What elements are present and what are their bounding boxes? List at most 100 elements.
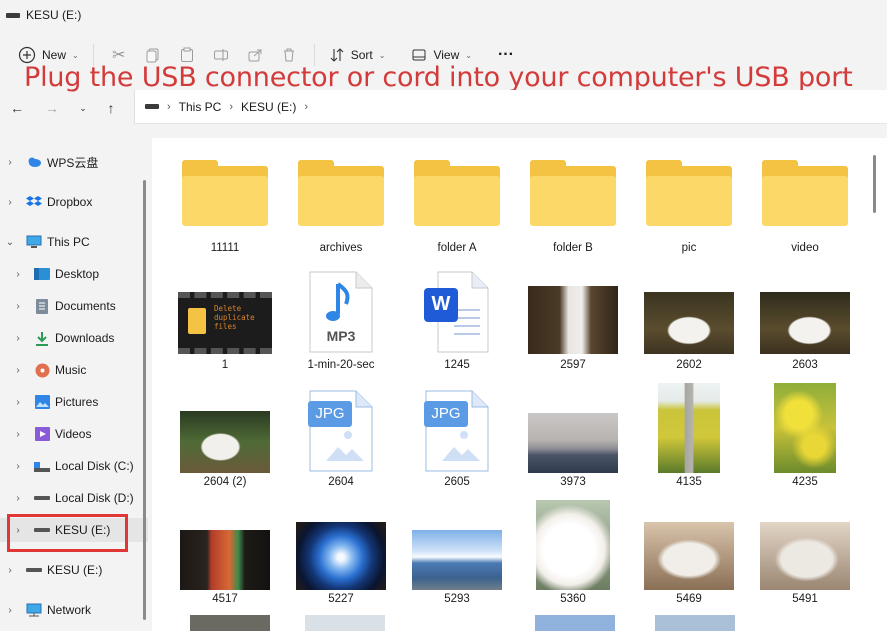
file-name: 4235 <box>792 476 818 488</box>
sidebar-item-desktop[interactable]: › Desktop <box>0 262 148 286</box>
network-icon <box>26 602 42 618</box>
file-name: 2604 <box>328 476 354 488</box>
photo-thumbnail[interactable] <box>305 615 385 631</box>
photo-thumbnail <box>760 292 850 354</box>
thumbnail <box>750 496 860 590</box>
chevron-right-icon: › <box>16 460 20 472</box>
back-button[interactable]: ← <box>8 99 26 117</box>
file-name: 2604 (2) <box>203 476 247 488</box>
file-name: folder A <box>437 242 477 254</box>
file-name: 2597 <box>560 359 586 371</box>
thumbnail <box>634 380 744 473</box>
pc-icon <box>26 234 42 250</box>
arrow-left-icon: ← <box>10 100 24 116</box>
thumbnail <box>518 156 628 226</box>
sidebar-scrollbar[interactable] <box>143 180 146 620</box>
arrow-up-icon: ↑ <box>107 100 115 116</box>
thumbnail <box>750 156 860 226</box>
jpg-file-icon: JPG <box>308 389 374 473</box>
thumbnail <box>750 268 860 354</box>
file-type-badge: JPG <box>431 405 461 422</box>
chevron-right-icon: › <box>304 100 309 113</box>
sidebar-item-this-pc[interactable]: ⌄ This PC <box>0 230 148 254</box>
sidebar-item-dropbox[interactable]: › Dropbox <box>0 190 148 214</box>
photo-thumbnail <box>412 530 502 590</box>
photo-thumbnail <box>536 500 610 590</box>
sidebar-item-label: Local Disk (C:) <box>55 459 134 473</box>
document-icon <box>188 308 206 334</box>
thumbnail <box>634 156 744 226</box>
sidebar-item-label: Desktop <box>55 267 100 281</box>
sidebar-item-network[interactable]: › Network <box>0 598 148 622</box>
sidebar-item-kesu-e[interactable]: › KESU (E:) <box>0 558 148 582</box>
up-button[interactable]: ↑ <box>102 99 120 117</box>
thumbnail <box>634 268 744 354</box>
breadcrumb-kesu[interactable]: KESU (E:) <box>241 100 296 114</box>
chevron-down-icon: ⌄ <box>72 50 79 60</box>
content-scrollbar[interactable] <box>873 155 876 213</box>
trash-icon <box>283 48 294 62</box>
sidebar-item-label: KESU (E:) <box>47 563 103 577</box>
file-name: 1245 <box>444 359 470 371</box>
title-bar: KESU (E:) <box>0 0 887 30</box>
file-name: 1 <box>221 359 229 371</box>
file-name: 5360 <box>560 593 586 605</box>
file-name: 5491 <box>792 593 818 605</box>
share-icon <box>248 49 262 62</box>
sidebar-item-documents[interactable]: › Documents <box>0 294 148 318</box>
file-name: 11111 <box>210 242 240 254</box>
sort-label: Sort <box>350 48 373 62</box>
sidebar-item-label: Network <box>47 603 92 617</box>
photo-thumbnail[interactable] <box>655 615 735 631</box>
sidebar-item-wps[interactable]: › WPS云盘 <box>0 150 148 174</box>
thumbnail <box>286 156 396 226</box>
file-name: 2605 <box>444 476 470 488</box>
sidebar-item-downloads[interactable]: › Downloads <box>0 326 148 350</box>
usb-drive-icon <box>26 562 42 578</box>
thumbnail <box>634 496 744 590</box>
forward-button[interactable]: → <box>43 99 61 117</box>
file-name: pic <box>681 242 697 254</box>
chevron-right-icon: › <box>8 156 12 168</box>
chevron-down-icon: ⌄ <box>465 50 472 60</box>
recent-locations-button[interactable]: ⌄ <box>74 99 92 117</box>
chevron-right-icon: › <box>16 332 20 344</box>
thumbnail: MP3 <box>286 268 396 354</box>
folder-icon <box>646 160 732 226</box>
address-bar[interactable]: › This PC › KESU (E:) › <box>134 90 887 124</box>
instruction-banner: Plug the USB connector or cord into your… <box>24 62 853 93</box>
folder-icon <box>414 160 500 226</box>
breadcrumb-this-pc[interactable]: This PC <box>179 100 222 114</box>
sidebar-item-pictures[interactable]: › Pictures <box>0 390 148 414</box>
sidebar-item-videos[interactable]: › Videos <box>0 422 148 446</box>
file-type-badge: MP3 <box>326 328 356 344</box>
thumbnail: Delete duplicate files <box>170 268 280 354</box>
view-label: View <box>433 48 460 62</box>
photo-thumbnail <box>774 383 836 473</box>
chevron-right-icon: › <box>16 396 20 408</box>
drive-icon <box>6 12 20 18</box>
file-name: folder B <box>553 242 593 254</box>
chevron-right-icon: › <box>16 300 20 312</box>
folder-icon <box>298 160 384 226</box>
sidebar-item-local-disk-d[interactable]: › Local Disk (D:) <box>0 486 148 510</box>
thumbnail <box>170 156 280 226</box>
sort-icon <box>330 48 344 62</box>
window-title: KESU (E:) <box>26 8 82 22</box>
photo-thumbnail[interactable] <box>190 615 270 631</box>
video-thumbnail-text: Delete duplicate files <box>214 304 255 331</box>
thumbnail <box>518 380 628 473</box>
sidebar-item-music[interactable]: › Music <box>0 358 148 382</box>
file-name: archives <box>319 242 363 254</box>
sidebar-item-label: Downloads <box>55 331 115 345</box>
chevron-right-icon: › <box>167 100 171 113</box>
chevron-down-icon: ⌄ <box>378 50 386 60</box>
file-name: 5469 <box>676 593 702 605</box>
rename-icon <box>213 49 228 61</box>
drive-icon <box>34 458 50 474</box>
chevron-down-icon: ⌄ <box>79 102 87 113</box>
dropbox-icon <box>26 194 42 210</box>
photo-thumbnail[interactable] <box>535 615 615 631</box>
thumbnail <box>518 268 628 354</box>
sidebar-item-local-disk-c[interactable]: › Local Disk (C:) <box>0 454 148 478</box>
